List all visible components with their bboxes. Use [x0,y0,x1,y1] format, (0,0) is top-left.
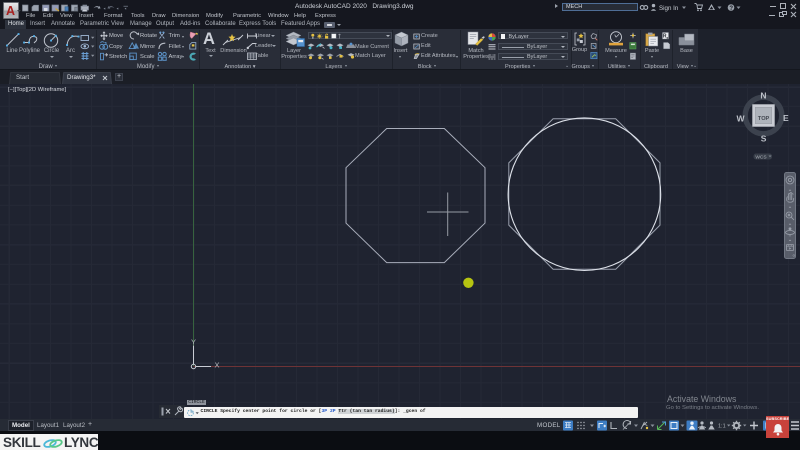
svg-text:Sign In: Sign In [659,5,679,12]
svg-text:WCS: WCS [755,154,766,160]
svg-text:N: N [760,91,766,101]
svg-text:1:1: 1:1 [718,423,726,429]
svg-text:W: W [736,114,745,124]
svg-text:S: S [761,134,767,144]
svg-text:TOP: TOP [758,116,770,122]
svg-text:Y: Y [191,338,196,347]
svg-text:X: X [214,361,219,370]
svg-text:?: ? [729,6,733,12]
svg-text:x: x [666,36,668,40]
svg-text:E: E [783,113,789,123]
